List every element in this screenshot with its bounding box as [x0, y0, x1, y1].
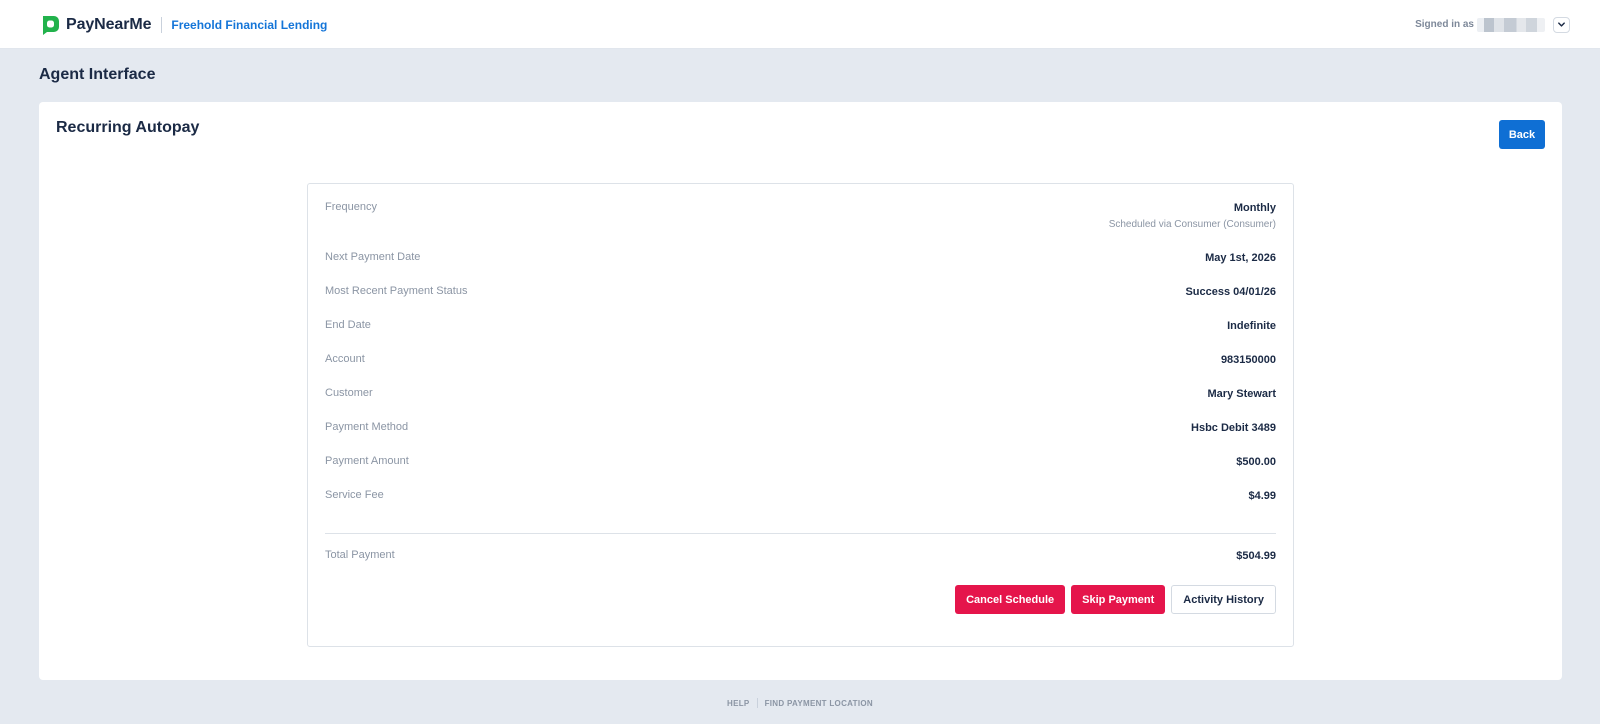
detail-value: Hsbc Debit 3489	[1191, 422, 1276, 434]
skip-payment-button[interactable]: Skip Payment	[1071, 585, 1166, 614]
detail-label: Payment Method	[325, 421, 409, 433]
detail-value: Success 04/01/26	[1185, 286, 1276, 298]
brand-divider	[161, 17, 163, 33]
activity-history-button[interactable]: Activity History	[1171, 585, 1276, 614]
footer: HELP FIND PAYMENT LOCATION	[0, 698, 1600, 708]
chevron-down-icon	[1558, 22, 1565, 27]
detail-label: Account	[325, 353, 365, 365]
brand[interactable]: PayNearMe Freehold Financial Lending	[39, 14, 327, 36]
footer-divider	[756, 698, 758, 708]
lender-name: Freehold Financial Lending	[171, 18, 328, 32]
detail-label: Most Recent Payment Status	[325, 285, 468, 297]
top-bar: PayNearMe Freehold Financial Lending Sig…	[0, 0, 1600, 49]
detail-label: Frequency	[325, 201, 377, 213]
user-menu-toggle[interactable]	[1553, 16, 1570, 33]
total-label: Total Payment	[325, 549, 395, 561]
paynearme-logo-icon	[43, 16, 59, 35]
detail-row-end-date: End Date Indefinite	[325, 319, 1276, 339]
detail-row-next-payment-date: Next Payment Date May 1st, 2026	[325, 251, 1276, 271]
brand-name: PayNearMe	[66, 16, 152, 33]
help-link[interactable]: HELP	[727, 699, 750, 708]
total-value: $504.99	[1236, 550, 1276, 562]
card-title: Recurring Autopay	[56, 119, 200, 136]
detail-row-service-fee: Service Fee $4.99	[325, 489, 1276, 509]
detail-row-customer: Customer Mary Stewart	[325, 387, 1276, 407]
detail-value: $4.99	[1248, 490, 1276, 502]
detail-row-payment-amount: Payment Amount $500.00	[325, 455, 1276, 475]
detail-subtext: Scheduled via Consumer (Consumer)	[1108, 219, 1276, 230]
detail-value: 983150000	[1220, 354, 1276, 366]
redacted-username	[1477, 17, 1545, 32]
page-title: Agent Interface	[39, 66, 156, 83]
find-payment-location-link[interactable]: FIND PAYMENT LOCATION	[765, 699, 873, 708]
autopay-details: Frequency Monthly Scheduled via Consumer…	[307, 183, 1294, 647]
detail-value: $500.00	[1236, 456, 1276, 468]
detail-label: Next Payment Date	[325, 251, 421, 263]
detail-label: Payment Amount	[325, 455, 409, 467]
detail-row-total-payment: Total Payment $504.99	[325, 549, 1276, 569]
detail-label: End Date	[325, 319, 371, 331]
autopay-actions: Cancel Schedule Skip Payment Activity Hi…	[955, 585, 1276, 614]
signed-in-label: Signed in as	[1415, 19, 1474, 30]
detail-label: Customer	[325, 387, 373, 399]
detail-label: Service Fee	[325, 489, 384, 501]
cancel-schedule-button[interactable]: Cancel Schedule	[955, 585, 1066, 614]
detail-row-recent-status: Most Recent Payment Status Success 04/01…	[325, 285, 1276, 305]
detail-value: May 1st, 2026	[1205, 252, 1276, 264]
detail-row-frequency: Frequency Monthly Scheduled via Consumer…	[325, 201, 1276, 230]
totals-divider	[325, 533, 1276, 534]
detail-row-account: Account 983150000	[325, 353, 1276, 373]
detail-value: Monthly	[1233, 202, 1276, 214]
back-button[interactable]: Back	[1499, 120, 1545, 149]
detail-value: Indefinite	[1227, 320, 1276, 332]
detail-row-payment-method: Payment Method Hsbc Debit 3489	[325, 421, 1276, 441]
autopay-card: Recurring Autopay Back Frequency Monthly…	[39, 102, 1562, 680]
detail-value: Mary Stewart	[1207, 388, 1276, 400]
user-menu: Signed in as	[1415, 16, 1570, 33]
